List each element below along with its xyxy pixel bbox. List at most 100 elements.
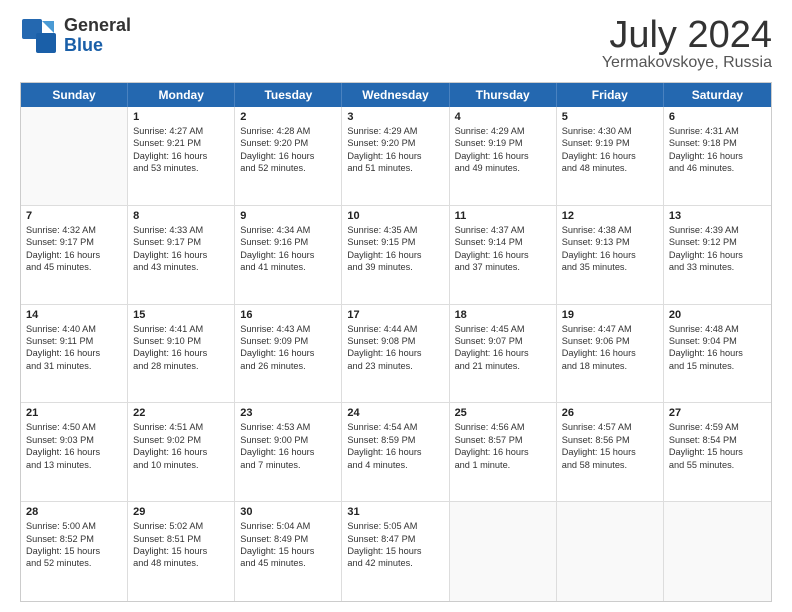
daylight-minutes: and 42 minutes. [347,557,443,569]
daylight-text: Daylight: 16 hours [455,347,551,359]
sunset-text: Sunset: 8:47 PM [347,533,443,545]
day-number: 18 [455,309,551,321]
sunset-text: Sunset: 9:21 PM [133,137,229,149]
day-number: 20 [669,309,766,321]
daylight-minutes: and 15 minutes. [669,360,766,372]
sunrise-text: Sunrise: 4:45 AM [455,323,551,335]
day-number: 27 [669,407,766,419]
daylight-text: Daylight: 16 hours [240,150,336,162]
sunset-text: Sunset: 9:19 PM [562,137,658,149]
day-number: 29 [133,506,229,518]
calendar-cell: 26 Sunrise: 4:57 AM Sunset: 8:56 PM Dayl… [557,403,664,501]
calendar-cell: 21 Sunrise: 4:50 AM Sunset: 9:03 PM Dayl… [21,403,128,501]
calendar-cell: 3 Sunrise: 4:29 AM Sunset: 9:20 PM Dayli… [342,107,449,205]
calendar-header: Sunday Monday Tuesday Wednesday Thursday… [21,83,771,107]
daylight-text: Daylight: 16 hours [455,150,551,162]
day-number: 6 [669,111,766,123]
sunrise-text: Sunrise: 4:34 AM [240,224,336,236]
calendar-body: 1 Sunrise: 4:27 AM Sunset: 9:21 PM Dayli… [21,107,771,601]
sunset-text: Sunset: 9:02 PM [133,434,229,446]
calendar-row: 14 Sunrise: 4:40 AM Sunset: 9:11 PM Dayl… [21,305,771,404]
header: General Blue July 2024 Yermakovskoye, Ru… [20,16,772,72]
day-number: 14 [26,309,122,321]
location-title: Yermakovskoye, Russia [602,54,772,72]
calendar-cell: 23 Sunrise: 4:53 AM Sunset: 9:00 PM Dayl… [235,403,342,501]
daylight-minutes: and 18 minutes. [562,360,658,372]
daylight-minutes: and 7 minutes. [240,459,336,471]
logo: General Blue [20,16,131,56]
sunrise-text: Sunrise: 4:56 AM [455,421,551,433]
logo-icon [20,17,58,55]
calendar-cell: 12 Sunrise: 4:38 AM Sunset: 9:13 PM Dayl… [557,206,664,304]
calendar-cell: 1 Sunrise: 4:27 AM Sunset: 9:21 PM Dayli… [128,107,235,205]
header-sunday: Sunday [21,83,128,107]
calendar-cell: 11 Sunrise: 4:37 AM Sunset: 9:14 PM Dayl… [450,206,557,304]
daylight-minutes: and 48 minutes. [133,557,229,569]
daylight-minutes: and 55 minutes. [669,459,766,471]
day-number: 7 [26,210,122,222]
header-wednesday: Wednesday [342,83,449,107]
daylight-minutes: and 49 minutes. [455,162,551,174]
calendar-cell: 14 Sunrise: 4:40 AM Sunset: 9:11 PM Dayl… [21,305,128,403]
day-number: 22 [133,407,229,419]
daylight-minutes: and 1 minute. [455,459,551,471]
sunset-text: Sunset: 9:20 PM [347,137,443,149]
calendar-cell: 27 Sunrise: 4:59 AM Sunset: 8:54 PM Dayl… [664,403,771,501]
calendar-cell: 22 Sunrise: 4:51 AM Sunset: 9:02 PM Dayl… [128,403,235,501]
day-number: 30 [240,506,336,518]
daylight-minutes: and 39 minutes. [347,261,443,273]
sunrise-text: Sunrise: 4:37 AM [455,224,551,236]
calendar-cell: 18 Sunrise: 4:45 AM Sunset: 9:07 PM Dayl… [450,305,557,403]
daylight-text: Daylight: 15 hours [347,545,443,557]
sunrise-text: Sunrise: 4:53 AM [240,421,336,433]
sunrise-text: Sunrise: 4:44 AM [347,323,443,335]
sunset-text: Sunset: 9:06 PM [562,335,658,347]
daylight-minutes: and 53 minutes. [133,162,229,174]
sunrise-text: Sunrise: 4:59 AM [669,421,766,433]
month-title: July 2024 [602,16,772,54]
daylight-text: Daylight: 16 hours [347,249,443,261]
daylight-text: Daylight: 15 hours [562,446,658,458]
calendar-cell: 19 Sunrise: 4:47 AM Sunset: 9:06 PM Dayl… [557,305,664,403]
calendar-cell: 9 Sunrise: 4:34 AM Sunset: 9:16 PM Dayli… [235,206,342,304]
sunset-text: Sunset: 9:07 PM [455,335,551,347]
day-number: 31 [347,506,443,518]
calendar-cell: 15 Sunrise: 4:41 AM Sunset: 9:10 PM Dayl… [128,305,235,403]
day-number: 9 [240,210,336,222]
sunset-text: Sunset: 9:09 PM [240,335,336,347]
daylight-minutes: and 21 minutes. [455,360,551,372]
day-number: 3 [347,111,443,123]
daylight-minutes: and 51 minutes. [347,162,443,174]
sunrise-text: Sunrise: 4:29 AM [347,125,443,137]
calendar-cell: 4 Sunrise: 4:29 AM Sunset: 9:19 PM Dayli… [450,107,557,205]
daylight-minutes: and 4 minutes. [347,459,443,471]
daylight-text: Daylight: 16 hours [669,347,766,359]
daylight-text: Daylight: 16 hours [669,150,766,162]
calendar-row: 1 Sunrise: 4:27 AM Sunset: 9:21 PM Dayli… [21,107,771,206]
sunset-text: Sunset: 9:08 PM [347,335,443,347]
daylight-text: Daylight: 15 hours [26,545,122,557]
sunrise-text: Sunrise: 4:33 AM [133,224,229,236]
sunrise-text: Sunrise: 4:57 AM [562,421,658,433]
day-number: 25 [455,407,551,419]
daylight-minutes: and 28 minutes. [133,360,229,372]
sunrise-text: Sunrise: 4:30 AM [562,125,658,137]
sunset-text: Sunset: 9:17 PM [133,236,229,248]
day-number: 17 [347,309,443,321]
sunrise-text: Sunrise: 4:32 AM [26,224,122,236]
daylight-text: Daylight: 16 hours [562,347,658,359]
daylight-text: Daylight: 16 hours [133,249,229,261]
daylight-text: Daylight: 15 hours [133,545,229,557]
calendar-cell: 16 Sunrise: 4:43 AM Sunset: 9:09 PM Dayl… [235,305,342,403]
day-number: 12 [562,210,658,222]
sunrise-text: Sunrise: 4:48 AM [669,323,766,335]
sunset-text: Sunset: 9:17 PM [26,236,122,248]
sunset-text: Sunset: 9:12 PM [669,236,766,248]
sunrise-text: Sunrise: 4:39 AM [669,224,766,236]
header-monday: Monday [128,83,235,107]
daylight-minutes: and 46 minutes. [669,162,766,174]
calendar-cell [450,502,557,601]
daylight-minutes: and 58 minutes. [562,459,658,471]
calendar-cell [664,502,771,601]
daylight-minutes: and 33 minutes. [669,261,766,273]
